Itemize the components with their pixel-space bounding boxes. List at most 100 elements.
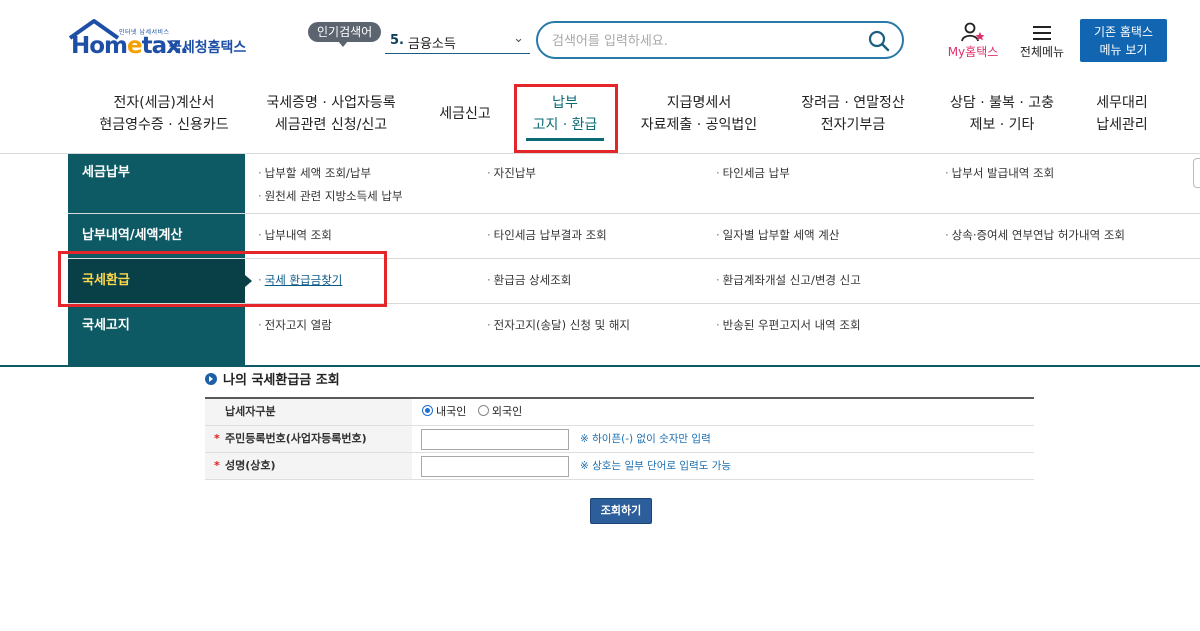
bullet: · xyxy=(487,228,491,242)
submenu-label: 납부내역 조회 xyxy=(264,228,332,242)
gnb-line: 상담 · 불복 · 고충 xyxy=(950,95,1054,111)
bullet: · xyxy=(487,273,491,287)
gnb-line: 세금신고 xyxy=(439,106,491,122)
form-row-id-number: * 주민등록번호(사업자등록번호) ※ 하이픈(-) 없이 숫자만 입력 xyxy=(205,426,1034,453)
gnb-line: 제보 · 기타 xyxy=(969,117,1035,133)
gnb-e-invoice[interactable]: 전자(세금)계산서현금영수증 · 신용카드 xyxy=(86,92,242,136)
category-payment-history[interactable]: 납부내역/세액계산 xyxy=(68,214,245,258)
arrow-circle-icon xyxy=(205,373,217,385)
category-tax-notice[interactable]: 국세고지 xyxy=(68,304,245,348)
submenu-label: 전자고지(송달) 신청 및 해지 xyxy=(493,318,630,332)
gnb-line: 납세관리 xyxy=(1096,117,1148,133)
form-row-taxpayer-type: 납세자구분 내국인 외국인 xyxy=(205,399,1034,426)
submenu-item[interactable]: · 전자고지(송달) 신청 및 해지 xyxy=(487,317,630,333)
submenu-item[interactable]: · 자진납부 xyxy=(487,165,536,181)
side-panel-handle[interactable] xyxy=(1193,158,1200,188)
my-hometax-link[interactable]: My홈택스 xyxy=(940,22,1006,62)
search-icon[interactable] xyxy=(868,30,890,52)
logo-name: 국세청홈택스 xyxy=(169,40,247,56)
logo-brand-e: e xyxy=(127,33,143,59)
submenu-label: 일자별 납부할 세액 계산 xyxy=(722,228,840,242)
bullet: · xyxy=(487,166,491,180)
gnb-line: 장려금 · 연말정산 xyxy=(801,95,905,111)
bullet: · xyxy=(945,228,949,242)
search-submit-button[interactable]: 조회하기 xyxy=(590,498,652,524)
bullet: · xyxy=(258,166,262,180)
submenu-item-find-refund[interactable]: · 국세 환급금찾기 xyxy=(258,272,342,288)
active-underline xyxy=(526,138,604,141)
radio-domestic[interactable] xyxy=(422,405,433,416)
bullet: · xyxy=(716,228,720,242)
bullet: · xyxy=(258,228,262,242)
gnb-payment-refund[interactable]: 납부 고지 · 환급 xyxy=(522,92,608,141)
gnb-certificate[interactable]: 국세증명 · 사업자등록 세금관련 신청/신고 xyxy=(256,92,406,136)
submenu-item[interactable]: · 납부할 세액 조회/납부 xyxy=(258,165,371,181)
bullet: · xyxy=(258,189,262,203)
submenu-label: 환급금 상세조회 xyxy=(493,273,572,287)
hamburger-menu-icon xyxy=(1033,26,1051,40)
bullet: · xyxy=(258,273,262,287)
submenu-item[interactable]: · 전자고지 열람 xyxy=(258,317,332,333)
gnb-incentives[interactable]: 장려금 · 연말정산 전자기부금 xyxy=(790,92,916,136)
submenu-item[interactable]: · 일자별 납부할 세액 계산 xyxy=(716,227,839,243)
popular-search-tag: 인기검색어 xyxy=(308,22,382,47)
category-tax-payment[interactable]: 세금납부 xyxy=(68,154,245,213)
submenu-item[interactable]: · 환급금 상세조회 xyxy=(487,272,571,288)
form-row-name: * 성명(상호) ※ 상호는 일부 단어로 입력도 가능 xyxy=(205,453,1034,480)
taxpayer-type-options: 내국인 외국인 xyxy=(412,399,1034,425)
popular-keyword-select[interactable]: 5. 금융소득 ⌄ xyxy=(385,28,530,54)
category-tax-refund[interactable]: 국세환급 xyxy=(68,259,252,303)
field-hint: ※ 하이픈(-) 없이 숫자만 입력 xyxy=(580,433,711,445)
submenu-label: 반송된 우편고지서 내역 조회 xyxy=(722,318,861,332)
gnb-statements[interactable]: 지급명세서 자료제출 · 공익법인 xyxy=(632,92,766,136)
gnb-line: 지급명세서 xyxy=(666,95,732,111)
gnb-line: 국세증명 · 사업자등록 xyxy=(266,95,396,111)
submenu-item[interactable]: · 원천세 관련 지방소득세 납부 xyxy=(258,188,403,204)
hint-cell: ※ 상호는 일부 단어로 입력도 가능 xyxy=(205,453,1034,479)
refund-lookup-form: 납세자구분 내국인 외국인 * 주민등록번호(사업자등록번호) ※ 하이픈(-) … xyxy=(205,397,1034,480)
user-icon xyxy=(961,22,985,42)
submenu-label: 국세 환급금찾기 xyxy=(264,273,343,287)
bullet: · xyxy=(258,318,262,332)
field-label: 납세자구분 xyxy=(205,399,412,425)
section-title-text: 나의 국세환급금 조회 xyxy=(223,373,340,388)
search-input[interactable] xyxy=(552,30,852,52)
all-menu-button[interactable]: 전체메뉴 xyxy=(1012,22,1072,62)
submenu-item[interactable]: · 타인세금 납부결과 조회 xyxy=(487,227,607,243)
all-menu-label: 전체메뉴 xyxy=(1019,45,1065,59)
bullet: · xyxy=(716,166,720,180)
radio-foreign[interactable] xyxy=(477,405,489,416)
search-box xyxy=(536,21,904,59)
submenu-label: 환급계좌개설 신고/변경 신고 xyxy=(722,273,861,287)
gnb-line: 세무대리 xyxy=(1096,95,1148,111)
section-title: 나의 국세환급금 조회 xyxy=(205,369,340,388)
field-hint: ※ 상호는 일부 단어로 입력도 가능 xyxy=(580,460,732,472)
submenu-item[interactable]: · 납부서 발급내역 조회 xyxy=(945,165,1054,181)
submenu-item[interactable]: · 반송된 우편고지서 내역 조회 xyxy=(716,317,861,333)
submenu-item[interactable]: · 상속·증여세 연부연납 허가내역 조회 xyxy=(945,227,1125,243)
legacy-menu-button[interactable]: 기존 홈택스 메뉴 보기 xyxy=(1080,19,1167,62)
submenu-item[interactable]: · 타인세금 납부 xyxy=(716,165,790,181)
submenu-label: 상속·증여세 연부연납 허가내역 조회 xyxy=(951,228,1125,242)
gnb-tax-filing[interactable]: 세금신고 xyxy=(430,103,500,125)
submenu-label: 자진납부 xyxy=(493,166,536,180)
submenu-item[interactable]: · 환급계좌개설 신고/변경 신고 xyxy=(716,272,861,288)
submenu-label: 전자고지 열람 xyxy=(264,318,332,332)
popular-rank: 5. xyxy=(390,33,404,48)
submenu-label: 타인세금 납부결과 조회 xyxy=(493,228,607,242)
bullet: · xyxy=(716,273,720,287)
radio-label: 외국인 xyxy=(491,405,523,418)
submenu-label: 납부서 발급내역 조회 xyxy=(951,166,1055,180)
gnb-tax-agent[interactable]: 세무대리납세관리 xyxy=(1086,92,1158,136)
gnb-consulting[interactable]: 상담 · 불복 · 고충제보 · 기타 xyxy=(940,92,1064,136)
chevron-down-icon: ⌄ xyxy=(513,31,524,46)
bullet: · xyxy=(945,166,949,180)
gnb-line: 고지 · 환급 xyxy=(532,117,598,133)
hometax-logo[interactable]: 인터넷 납세서비스 Hometax. 국세청홈택스 xyxy=(68,18,258,66)
gnb-line: 현금영수증 · 신용카드 xyxy=(99,117,229,133)
my-hometax-label: My홈택스 xyxy=(947,45,999,59)
radio-label: 내국인 xyxy=(436,405,467,418)
popular-keyword: 금융소득 xyxy=(408,37,456,52)
gnb-line: 전자(세금)계산서 xyxy=(113,95,215,111)
submenu-item[interactable]: · 납부내역 조회 xyxy=(258,227,332,243)
